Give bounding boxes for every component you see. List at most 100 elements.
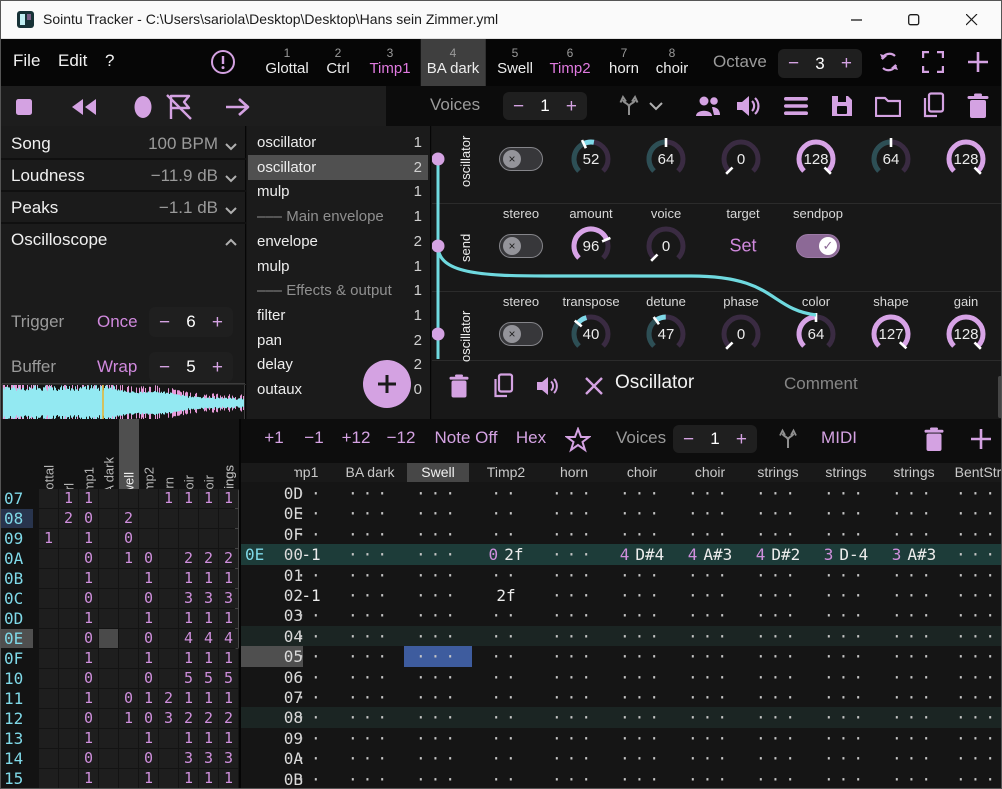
order-cell[interactable]: 0 bbox=[79, 629, 98, 648]
pattern-row-number[interactable]: 09 bbox=[245, 729, 303, 748]
pattern-cell[interactable]: ·· bbox=[296, 708, 325, 727]
pattern-cell[interactable]: ··· bbox=[956, 606, 1000, 625]
order-cell[interactable]: 1 bbox=[179, 569, 198, 588]
pattern-track-header-5[interactable]: choir bbox=[627, 463, 657, 482]
pattern-button-hex[interactable]: Hex bbox=[516, 428, 546, 448]
pattern-cell[interactable]: ··· bbox=[956, 729, 1000, 748]
buffer-mode-button[interactable]: Wrap bbox=[97, 357, 137, 377]
pattern-cell[interactable]: ··· bbox=[416, 525, 460, 544]
unit-list-item-envelope[interactable]: envelope2 bbox=[248, 229, 428, 254]
pattern-cell[interactable]: ··· bbox=[348, 668, 392, 687]
order-cell[interactable]: 1 bbox=[199, 569, 218, 588]
order-cell[interactable] bbox=[159, 629, 178, 648]
order-cell[interactable] bbox=[39, 689, 58, 708]
pattern-cell[interactable]: ··· bbox=[620, 729, 664, 748]
order-row-label[interactable]: 11 bbox=[1, 689, 33, 708]
order-cell[interactable]: 1 bbox=[199, 729, 218, 748]
add-unit-button[interactable] bbox=[363, 360, 411, 408]
pattern-cell[interactable]: ··· bbox=[416, 668, 460, 687]
pattern-cell[interactable]: ··· bbox=[552, 708, 596, 727]
pattern-cell[interactable]: ··· bbox=[416, 504, 460, 523]
order-cell[interactable] bbox=[99, 549, 118, 568]
knob-color[interactable]: 64 bbox=[791, 309, 841, 359]
order-cell[interactable]: 1 bbox=[219, 489, 238, 508]
order-cell[interactable] bbox=[159, 649, 178, 668]
pattern-cell[interactable]: ··· bbox=[756, 708, 800, 727]
pattern-row-number[interactable]: 0F bbox=[245, 525, 303, 544]
order-cell[interactable] bbox=[99, 589, 118, 608]
maximize-button[interactable] bbox=[891, 1, 937, 39]
pattern-cell[interactable]: ··· bbox=[824, 647, 868, 666]
pattern-track-header-8[interactable]: strings bbox=[825, 463, 866, 482]
pattern-button-note-off[interactable]: Note Off bbox=[435, 428, 498, 448]
order-cell[interactable]: 1 bbox=[139, 609, 158, 628]
pattern-row-number[interactable]: 00 bbox=[245, 545, 303, 564]
pattern-cell[interactable]: ··· bbox=[892, 504, 936, 523]
pattern-cell[interactable]: ·· bbox=[491, 484, 520, 503]
order-cell[interactable]: 2 bbox=[219, 549, 238, 568]
order-cell[interactable]: 1 bbox=[199, 769, 218, 788]
pattern-cell[interactable]: ··· bbox=[956, 545, 1000, 564]
pattern-cell[interactable]: ··· bbox=[956, 647, 1000, 666]
pattern-cell[interactable]: 4D#4 bbox=[620, 545, 665, 564]
buffer-decrement-button[interactable]: − bbox=[159, 358, 170, 377]
pattern-cell[interactable]: ··· bbox=[348, 566, 392, 585]
pattern-cell[interactable]: ··· bbox=[416, 586, 460, 605]
pattern-cell[interactable]: ·· bbox=[296, 606, 325, 625]
order-cell[interactable] bbox=[39, 749, 58, 768]
oscilloscope-collapse-chevron[interactable] bbox=[224, 238, 238, 247]
order-cell[interactable]: 1 bbox=[79, 529, 98, 548]
pattern-cell[interactable]: ··· bbox=[824, 627, 868, 646]
send-target-set-button[interactable]: Set bbox=[729, 236, 756, 257]
pattern-cell[interactable]: ·· bbox=[491, 688, 520, 707]
order-cell[interactable] bbox=[99, 529, 118, 548]
pattern-cell[interactable]: ·· bbox=[296, 647, 325, 666]
delete-unit-button[interactable] bbox=[446, 371, 472, 401]
order-cell[interactable]: 3 bbox=[179, 749, 198, 768]
pattern-cell[interactable]: ··· bbox=[416, 647, 460, 666]
pattern-cell[interactable]: ··· bbox=[620, 749, 664, 768]
pattern-cell[interactable]: ··· bbox=[756, 586, 800, 605]
pattern-track-header-3[interactable]: Timp2 bbox=[487, 463, 525, 482]
order-cell[interactable] bbox=[99, 769, 118, 788]
pattern-voices-decrement-button[interactable]: − bbox=[683, 430, 694, 449]
menu-help[interactable]: ? bbox=[105, 51, 114, 71]
pattern-cell[interactable]: ··· bbox=[956, 749, 1000, 768]
order-cell[interactable] bbox=[39, 609, 58, 628]
pattern-cell[interactable]: ··· bbox=[688, 627, 732, 646]
stereo-toggle[interactable]: × bbox=[499, 234, 543, 258]
knob-amount[interactable]: 96 bbox=[566, 221, 616, 271]
save-instrument-button[interactable] bbox=[828, 92, 856, 120]
order-cell[interactable] bbox=[179, 509, 198, 528]
unit-list-item-mulp[interactable]: mulp1 bbox=[248, 179, 428, 204]
midi-button[interactable]: MIDI bbox=[821, 428, 857, 448]
pattern-cell[interactable]: ·· bbox=[296, 688, 325, 707]
order-cell[interactable] bbox=[99, 689, 118, 708]
unit-list-item-mulp[interactable]: mulp1 bbox=[248, 254, 428, 279]
pattern-cell[interactable]: ·· bbox=[491, 770, 520, 789]
trigger-decrement-button[interactable]: − bbox=[159, 313, 170, 332]
order-cell[interactable] bbox=[159, 769, 178, 788]
menu-edit[interactable]: Edit bbox=[58, 51, 87, 71]
sendpop-toggle[interactable]: ✓ bbox=[796, 234, 840, 258]
order-cell[interactable] bbox=[59, 589, 78, 608]
pattern-cell[interactable]: ··· bbox=[552, 566, 596, 585]
pattern-cell[interactable]: ··· bbox=[552, 647, 596, 666]
pattern-cell[interactable]: ··· bbox=[688, 749, 732, 768]
order-cell[interactable]: 1 bbox=[79, 649, 98, 668]
order-cell[interactable] bbox=[99, 629, 118, 648]
follow-toggle-button[interactable] bbox=[163, 92, 195, 122]
pattern-cell[interactable]: ··· bbox=[892, 586, 936, 605]
pattern-cell[interactable]: 3D-4 bbox=[824, 545, 869, 564]
order-cell[interactable] bbox=[119, 649, 138, 668]
disable-unit-button[interactable] bbox=[580, 372, 608, 400]
pattern-cell[interactable]: ··· bbox=[824, 688, 868, 707]
unique-pattern-button[interactable] bbox=[564, 426, 592, 454]
pattern-cell[interactable]: ··· bbox=[688, 586, 732, 605]
order-cell[interactable] bbox=[99, 509, 118, 528]
rewind-button[interactable] bbox=[69, 94, 99, 120]
stop-button[interactable] bbox=[11, 94, 37, 120]
pattern-cell[interactable]: ·· bbox=[296, 504, 325, 523]
pattern-cell[interactable]: ··· bbox=[620, 708, 664, 727]
pattern-split-button[interactable] bbox=[775, 426, 801, 452]
